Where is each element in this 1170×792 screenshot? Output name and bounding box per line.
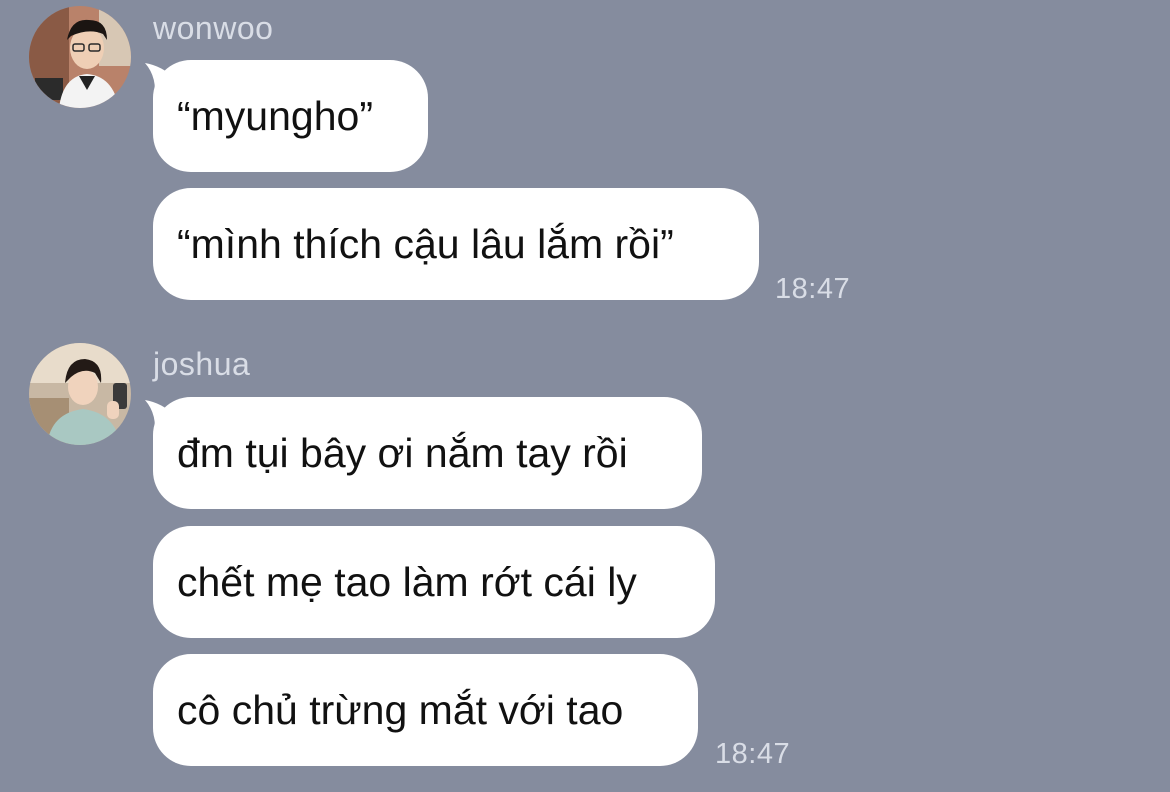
sender-name: wonwoo bbox=[153, 10, 274, 46]
sender-name: joshua bbox=[153, 346, 251, 382]
message-bubble[interactable]: cô chủ trừng mắt với tao bbox=[153, 654, 698, 766]
message-text: “myungho” bbox=[177, 92, 373, 139]
message-bubble[interactable]: chết mẹ tao làm rớt cái ly bbox=[153, 526, 715, 638]
person-avatar-icon bbox=[29, 6, 131, 108]
sender-avatar-joshua[interactable] bbox=[29, 343, 131, 445]
message-bubble[interactable]: “mình thích cậu lâu lắm rồi” bbox=[153, 188, 759, 300]
message-text: đm tụi bây ơi nắm tay rồi bbox=[177, 429, 628, 476]
message-text: “mình thích cậu lâu lắm rồi” bbox=[177, 220, 674, 267]
message-timestamp: 18:47 bbox=[775, 273, 851, 305]
message-text: cô chủ trừng mắt với tao bbox=[177, 686, 624, 733]
message-text: chết mẹ tao làm rớt cái ly bbox=[177, 558, 637, 605]
person-avatar-icon bbox=[29, 343, 131, 445]
message-bubble[interactable]: “myungho” bbox=[153, 60, 428, 172]
message-bubble[interactable]: đm tụi bây ơi nắm tay rồi bbox=[153, 397, 702, 509]
message-timestamp: 18:47 bbox=[715, 738, 791, 770]
sender-avatar-wonwoo[interactable] bbox=[29, 6, 131, 108]
